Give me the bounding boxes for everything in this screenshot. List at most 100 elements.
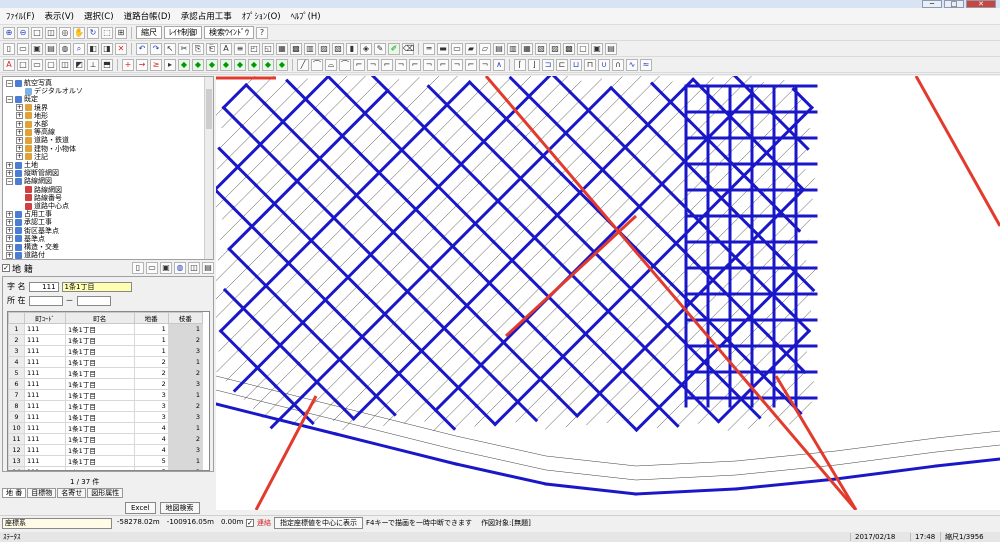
scale-dropdown[interactable]: 縮尺: [136, 26, 162, 39]
expand-toggle-icon[interactable]: +: [16, 153, 23, 161]
draw-fill-icon[interactable]: ◩: [73, 58, 85, 71]
paste-icon[interactable]: ⎗: [206, 42, 218, 55]
expand-toggle-icon[interactable]: +: [16, 120, 23, 128]
tree-item[interactable]: + 構造・交差: [6, 243, 59, 251]
expand-toggle-icon[interactable]: +: [16, 128, 23, 136]
corner-1-icon[interactable]: ⌐: [353, 58, 365, 71]
tree-item[interactable]: + 注記: [16, 153, 48, 161]
tree-item[interactable]: + 街区基準点: [6, 227, 59, 235]
tree-item[interactable]: + 承認工事: [6, 218, 52, 226]
expand-toggle-icon[interactable]: +: [16, 136, 23, 144]
zoom-full-icon[interactable]: ◫: [45, 26, 57, 39]
table-header[interactable]: 枝番: [167, 312, 204, 324]
tree-item[interactable]: + 基準点: [6, 235, 45, 243]
tree-item[interactable]: + 水部: [16, 120, 48, 128]
table-row[interactable]: 7 111 1条1丁目 3 1: [8, 389, 204, 401]
line-style-1-icon[interactable]: ═: [423, 42, 435, 55]
tree-item[interactable]: + 土地: [6, 161, 38, 169]
tree-item[interactable]: + 地形: [16, 112, 48, 120]
tree-item[interactable]: + 建物・小物体: [16, 145, 76, 153]
expand-toggle-icon[interactable]: +: [16, 112, 23, 120]
undo-icon[interactable]: ↶: [136, 42, 148, 55]
menu-select[interactable]: 選択(C): [84, 10, 114, 22]
copy-icon[interactable]: ⎘: [192, 42, 204, 55]
parcel-table[interactable]: 町ｺｰﾄﾞ 町名 地番 枝番 1 111 1条1丁目 1 1 2 111 1条1丁目 1 2 3 111 1条…: [7, 311, 210, 471]
zoom-in-icon[interactable]: ⊕: [3, 26, 15, 39]
expand-toggle-icon[interactable]: +: [6, 169, 13, 177]
layers-icon[interactable]: ◫: [188, 262, 200, 274]
expand-toggle-icon[interactable]: −: [6, 95, 13, 103]
move-icon[interactable]: ▸: [164, 58, 176, 71]
snap-icon[interactable]: ∧: [493, 58, 505, 71]
line-style-9-icon[interactable]: ▧: [535, 42, 547, 55]
save-doc-icon[interactable]: ▣: [160, 262, 172, 274]
line-style-5-icon[interactable]: ▱: [479, 42, 491, 55]
properties-icon[interactable]: ≡: [234, 42, 246, 55]
edit-icon[interactable]: ✐: [388, 42, 400, 55]
tree-item[interactable]: 道路中心点: [16, 202, 69, 210]
ruler-icon[interactable]: ⊞: [115, 26, 127, 39]
cadastre-checkbox[interactable]: ✓: [2, 264, 10, 272]
node-6-icon[interactable]: ◆: [248, 58, 260, 71]
arrow-icon[interactable]: →: [136, 58, 148, 71]
line-style-8-icon[interactable]: ▦: [521, 42, 533, 55]
menu-view[interactable]: 表示(V): [45, 10, 74, 22]
expand-toggle-icon[interactable]: −: [6, 177, 13, 185]
corner-2-icon[interactable]: ¬: [367, 58, 379, 71]
tree-item[interactable]: + 道路・鉄道: [16, 136, 69, 144]
table-row[interactable]: 3 111 1条1丁目 1 3: [8, 345, 204, 357]
table-row[interactable]: 11 111 1条1丁目 4 2: [8, 433, 204, 445]
tree-item[interactable]: + 道路付: [6, 251, 45, 259]
copy-layer-icon[interactable]: ◧: [87, 42, 99, 55]
expand-toggle-icon[interactable]: +: [6, 243, 13, 251]
cut-icon[interactable]: ✂: [178, 42, 190, 55]
location-select-2[interactable]: [76, 295, 111, 306]
corner-7-icon[interactable]: ⌐: [437, 58, 449, 71]
expand-toggle-icon[interactable]: +: [6, 210, 13, 218]
line-style-2-icon[interactable]: ▬: [437, 42, 449, 55]
node-8-icon[interactable]: ◆: [276, 58, 288, 71]
table-row[interactable]: 6 111 1条1丁目 2 3: [8, 378, 204, 390]
expand-toggle-icon[interactable]: +: [16, 145, 23, 153]
tab-name-collection[interactable]: 名寄せ: [57, 488, 87, 498]
photo-icon[interactable]: ▧: [332, 42, 344, 55]
table-row[interactable]: 13 111 1条1丁目 5 1: [8, 455, 204, 467]
bracket-1-icon[interactable]: ⌈: [514, 58, 526, 71]
print-icon[interactable]: ▤: [45, 42, 57, 55]
menu-road-ledger[interactable]: 道路台帳(D): [124, 10, 171, 22]
expand-toggle-icon[interactable]: +: [6, 161, 13, 169]
tree-item[interactable]: − 既定: [6, 95, 38, 103]
table-row[interactable]: 4 111 1条1丁目 2 1: [8, 356, 204, 368]
zoom-prev-icon[interactable]: ◎: [59, 26, 71, 39]
coord-system-select[interactable]: 座標系: [2, 517, 112, 529]
line-style-4-icon[interactable]: ▰: [465, 42, 477, 55]
approx-icon[interactable]: ≥: [150, 58, 162, 71]
arc-2-icon[interactable]: ⌓: [325, 58, 337, 71]
table-header[interactable]: 町名: [65, 312, 135, 324]
layer-control-dropdown[interactable]: ﾚｲﾔ制御: [164, 26, 202, 39]
tree-item[interactable]: + 等高線: [16, 128, 55, 136]
aza-code-field[interactable]: 111: [28, 281, 59, 292]
tab-shape-attributes[interactable]: 図形属性: [87, 488, 124, 498]
tree-item[interactable]: デジタルオルソ: [16, 87, 83, 95]
pan-icon[interactable]: ✋: [73, 26, 85, 39]
minimize-button[interactable]: ─: [922, 0, 942, 8]
corner-6-icon[interactable]: ¬: [423, 58, 435, 71]
search-window-dropdown[interactable]: 検索ｳｲﾝﾄﾞｳ: [204, 26, 254, 39]
tree-scrollbar[interactable]: [204, 77, 213, 259]
expand-toggle-icon[interactable]: +: [6, 251, 13, 259]
line-icon[interactable]: ╱: [297, 58, 309, 71]
table-row[interactable]: 12 111 1条1丁目 4 3: [8, 444, 204, 456]
help-icon[interactable]: ?: [256, 26, 268, 39]
table-row[interactable]: 8 111 1条1丁目 3 2: [8, 400, 204, 412]
center-on-coords-button[interactable]: 指定座標値を中心に表示: [274, 517, 363, 529]
node-2-icon[interactable]: ◆: [192, 58, 204, 71]
draw-layer-icon[interactable]: ◫: [59, 58, 71, 71]
draw-text-icon[interactable]: A: [3, 58, 15, 71]
clear-icon[interactable]: ⌫: [402, 42, 414, 55]
menu-options[interactable]: ｵﾌﾟｼｮﾝ(O): [242, 10, 281, 22]
new-icon[interactable]: ▯: [3, 42, 15, 55]
text-icon[interactable]: A: [220, 42, 232, 55]
table-row[interactable]: 1 111 1条1丁目 1 1: [8, 323, 204, 335]
corner-3-icon[interactable]: ⌐: [381, 58, 393, 71]
